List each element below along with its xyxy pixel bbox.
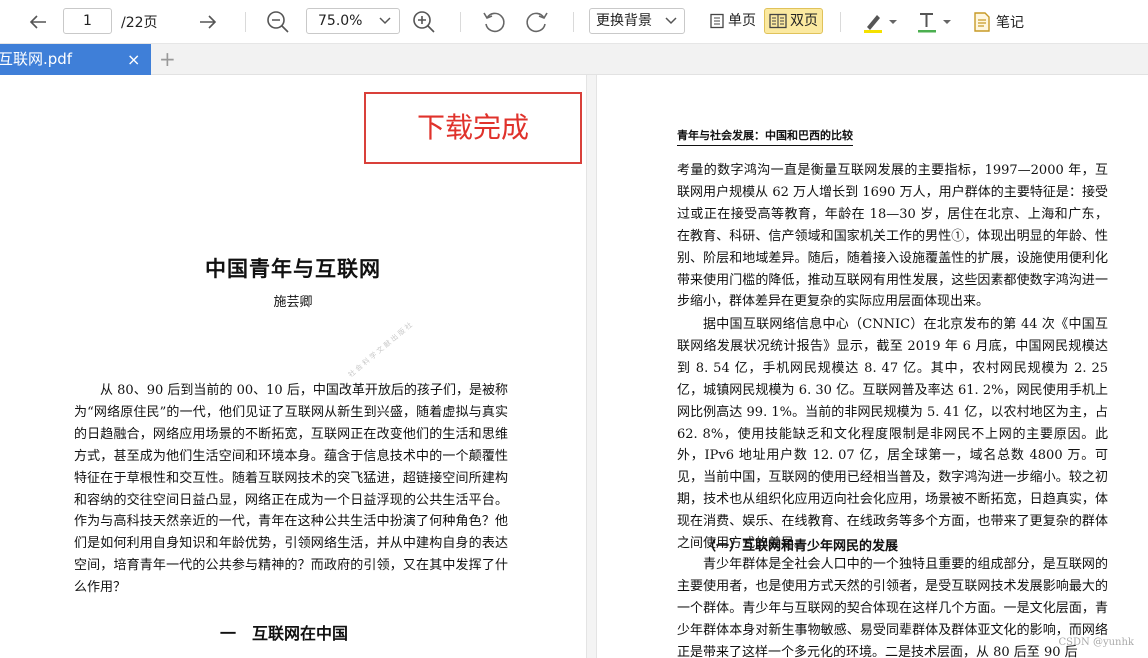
rotate-right-button[interactable] (523, 8, 551, 36)
body-paragraph: 据中国互联网络信息中心（CNNIC）在北京发布的第 44 次《中国互联网络发展状… (677, 317, 1108, 552)
double-page-icon (769, 13, 787, 29)
double-page-label: 双页 (790, 13, 818, 29)
image-credit: CSDN @yunhk (1058, 637, 1134, 648)
chevron-down-icon (943, 20, 951, 24)
page-total-label: /22页 (121, 15, 158, 31)
rotate-left-icon (483, 12, 505, 33)
arrow-right-icon (200, 15, 217, 29)
highlight-tool-button[interactable] (858, 8, 902, 36)
chevron-down-icon (665, 17, 677, 25)
document-title: 中国青年与互联网 (205, 256, 381, 281)
text-tool-button[interactable] (912, 8, 956, 36)
zoom-level-value: 75.0% (318, 13, 363, 29)
change-background-label: 更换背景 (596, 13, 652, 29)
abstract-paragraph: 从 80、90 后到当前的 00、10 后，中国改革开放后的孩子们，是被称为“网… (74, 383, 508, 596)
highlight-color-swatch (864, 30, 882, 33)
zoom-out-icon (267, 11, 289, 33)
chevron-down-icon (379, 17, 391, 25)
toolbar: 1 /22页 75.0% 更换背景 单页 双页 笔记 (0, 0, 1148, 44)
notes-button[interactable] (970, 10, 994, 34)
highlighter-icon (864, 15, 882, 33)
tab-close-button[interactable]: × (127, 44, 140, 75)
body-paragraph: 考量的数字鸿沟一直是衡量互联网发展的主要指标，1997—2000 年，互联网用户… (677, 163, 1108, 310)
double-page-view-button[interactable]: 双页 (764, 8, 823, 34)
document-author: 施芸卿 (273, 295, 313, 310)
toolbar-divider (573, 12, 574, 32)
tab-document-label: 互联网.pdf (0, 50, 73, 68)
single-page-view-button[interactable]: 单页 (704, 8, 761, 34)
zoom-in-button[interactable] (411, 9, 437, 35)
change-background-select[interactable]: 更换背景 (589, 8, 685, 34)
rotate-left-button[interactable] (480, 8, 508, 36)
zoom-in-icon (413, 11, 435, 33)
single-page-icon (710, 13, 724, 29)
rotate-right-icon (526, 12, 548, 33)
body-paragraph: 青少年群体是全社会人口中的一个独特且重要的组成部分，是互联网的主要使用者，也是使… (677, 557, 1108, 658)
single-page-label: 单页 (728, 13, 756, 29)
note-icon (974, 12, 990, 32)
toolbar-divider (245, 12, 246, 32)
text-tool-icon (918, 13, 936, 33)
new-tab-button[interactable]: + (159, 47, 176, 71)
toolbar-divider (460, 12, 461, 32)
notes-label[interactable]: 笔记 (996, 12, 1024, 32)
tab-bar: 互联网.pdf × + (0, 44, 1148, 75)
running-header: 青年与社会发展：中国和巴西的比较 (677, 127, 853, 146)
subsection-heading: （一）互联网和青少年网民的发展 (703, 539, 899, 554)
section-heading: 一 互联网在中国 (220, 624, 349, 643)
document-viewer[interactable]: 社 会 科 学 文 献 出 版 社 中国青年与互联网 施芸卿 从 80、90 后… (0, 75, 1148, 658)
zoom-out-button[interactable] (265, 9, 291, 35)
prev-page-button[interactable] (26, 10, 50, 34)
next-page-button[interactable] (196, 10, 220, 34)
arrow-left-icon (29, 15, 46, 29)
text-color-swatch (918, 30, 936, 33)
tab-document[interactable]: 互联网.pdf × (0, 44, 151, 75)
zoom-level-select[interactable]: 75.0% (306, 8, 400, 34)
chevron-down-icon (889, 20, 897, 24)
page-gutter (586, 75, 597, 658)
page-watermark: 社 会 科 学 文 献 出 版 社 (346, 320, 414, 380)
download-complete-toast: 下载完成 (364, 92, 582, 164)
toolbar-divider (840, 12, 841, 32)
pdf-page-right: 青年与社会发展：中国和巴西的比较 考量的数字鸿沟一直是衡量互联网发展的主要指标，… (597, 75, 1148, 658)
page-number-input[interactable]: 1 (63, 8, 112, 34)
